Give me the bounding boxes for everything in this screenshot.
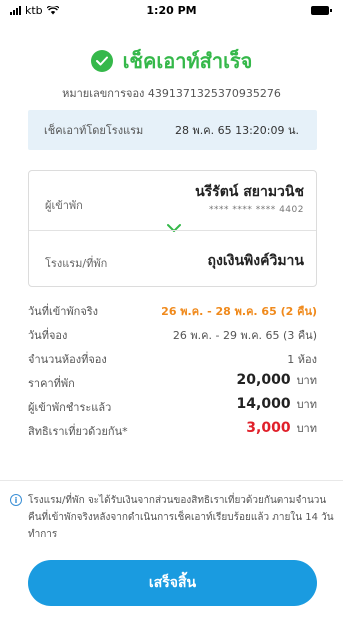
success-title: เช็คเอาท์สำเร็จ [122, 49, 253, 73]
room-count-label: จำนวนห้องที่จอง [28, 353, 107, 366]
booking-dates-label: วันที่จอง [28, 329, 68, 342]
amount-row: ราคาที่พัก 20,000 บาท [28, 370, 317, 394]
subsidy: 3,000 บาท [246, 419, 317, 437]
hotel-name: ถุงเงินพิงค์วิมาน [207, 253, 304, 269]
room-price: 20,000 บาท [237, 371, 317, 389]
booking-number: หมายเลขการจอง 4391371325370935276 [62, 87, 281, 100]
booking-details: วันที่เข้าพักจริง 26 พ.ค. - 28 พ.ค. 65 (… [28, 298, 317, 442]
guest-paid-unit: บาท [296, 398, 317, 411]
guest-name: นรีรัตน์ สยามวนิช [195, 184, 304, 200]
guest-label: ผู้เข้าพัก [45, 199, 83, 212]
divider [0, 480, 343, 481]
info-icon: i [10, 494, 22, 506]
guest-card-number: **** **** **** 4402 [209, 205, 304, 215]
status-bar: ktb 1:20 PM [0, 0, 343, 20]
booking-dates-value: 26 พ.ค. - 29 พ.ค. 65 (3 คืน) [172, 329, 317, 342]
room-price-value: 20,000 [236, 372, 291, 388]
amount-row: สิทธิเราเที่ยวด้วยกัน* 3,000 บาท [28, 418, 317, 442]
success-header: เช็คเอาท์สำเร็จ [0, 46, 343, 76]
actual-stay-value: 26 พ.ค. - 28 พ.ค. 65 (2 คืน) [161, 305, 317, 318]
checkout-info: เช็คเอาท์โดยโรงแรม 28 พ.ค. 65 13:20:09 น… [28, 110, 317, 150]
subsidy-value: 3,000 [246, 420, 291, 436]
status-time: 1:20 PM [146, 4, 197, 17]
room-price-unit: บาท [296, 374, 317, 387]
chevron-down-icon[interactable] [167, 221, 181, 235]
room-price-label: ราคาที่พัก [28, 377, 75, 390]
guest-paid: 14,000 บาท [237, 395, 317, 413]
subsidy-label: สิทธิเราเที่ยวด้วยกัน* [28, 425, 128, 438]
room-count-value: 1 ห้อง [287, 353, 317, 366]
check-circle-icon [90, 50, 113, 72]
info-note: i โรงแรม/ที่พัก จะได้รับเงินจากส่วนของสิ… [10, 492, 335, 543]
subsidy-unit: บาท [296, 422, 317, 435]
done-button[interactable]: เสร็จสิ้น [28, 560, 317, 606]
screen: ktb 1:20 PM เช็คเอาท์สำเร็จ หมายเลขการจอ… [0, 0, 343, 622]
hotel-label: โรงแรม/ที่พัก [45, 257, 108, 270]
checkout-datetime: 28 พ.ค. 65 13:20:09 น. [174, 124, 299, 137]
card-divider [29, 230, 316, 231]
detail-row: จำนวนห้องที่จอง 1 ห้อง [28, 346, 317, 370]
actual-stay-label: วันที่เข้าพักจริง [28, 305, 99, 318]
guest-paid-value: 14,000 [236, 396, 291, 412]
checkout-label: เช็คเอาท์โดยโรงแรม [44, 124, 144, 137]
info-note-text: โรงแรม/ที่พัก จะได้รับเงินจากส่วนของสิทธ… [28, 495, 334, 540]
battery-icon [311, 6, 332, 15]
detail-row: วันที่เข้าพักจริง 26 พ.ค. - 28 พ.ค. 65 (… [28, 298, 317, 322]
detail-row: วันที่จอง 26 พ.ค. - 29 พ.ค. 65 (3 คืน) [28, 322, 317, 346]
booking-card: ผู้เข้าพัก นรีรัตน์ สยามวนิช **** **** *… [28, 170, 317, 287]
guest-paid-label: ผู้เข้าพักชำระแล้ว [28, 401, 112, 414]
amount-row: ผู้เข้าพักชำระแล้ว 14,000 บาท [28, 394, 317, 418]
